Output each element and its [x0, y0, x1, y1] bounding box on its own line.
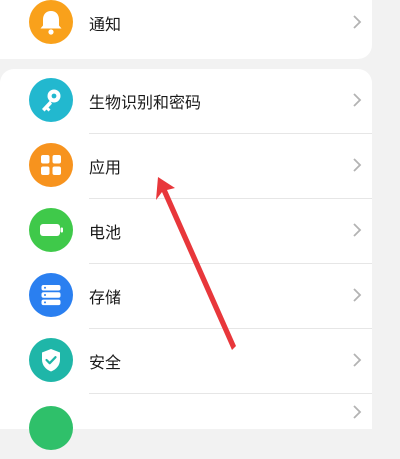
list-item-icon	[29, 406, 73, 450]
annotation-arrow-icon	[156, 177, 236, 350]
